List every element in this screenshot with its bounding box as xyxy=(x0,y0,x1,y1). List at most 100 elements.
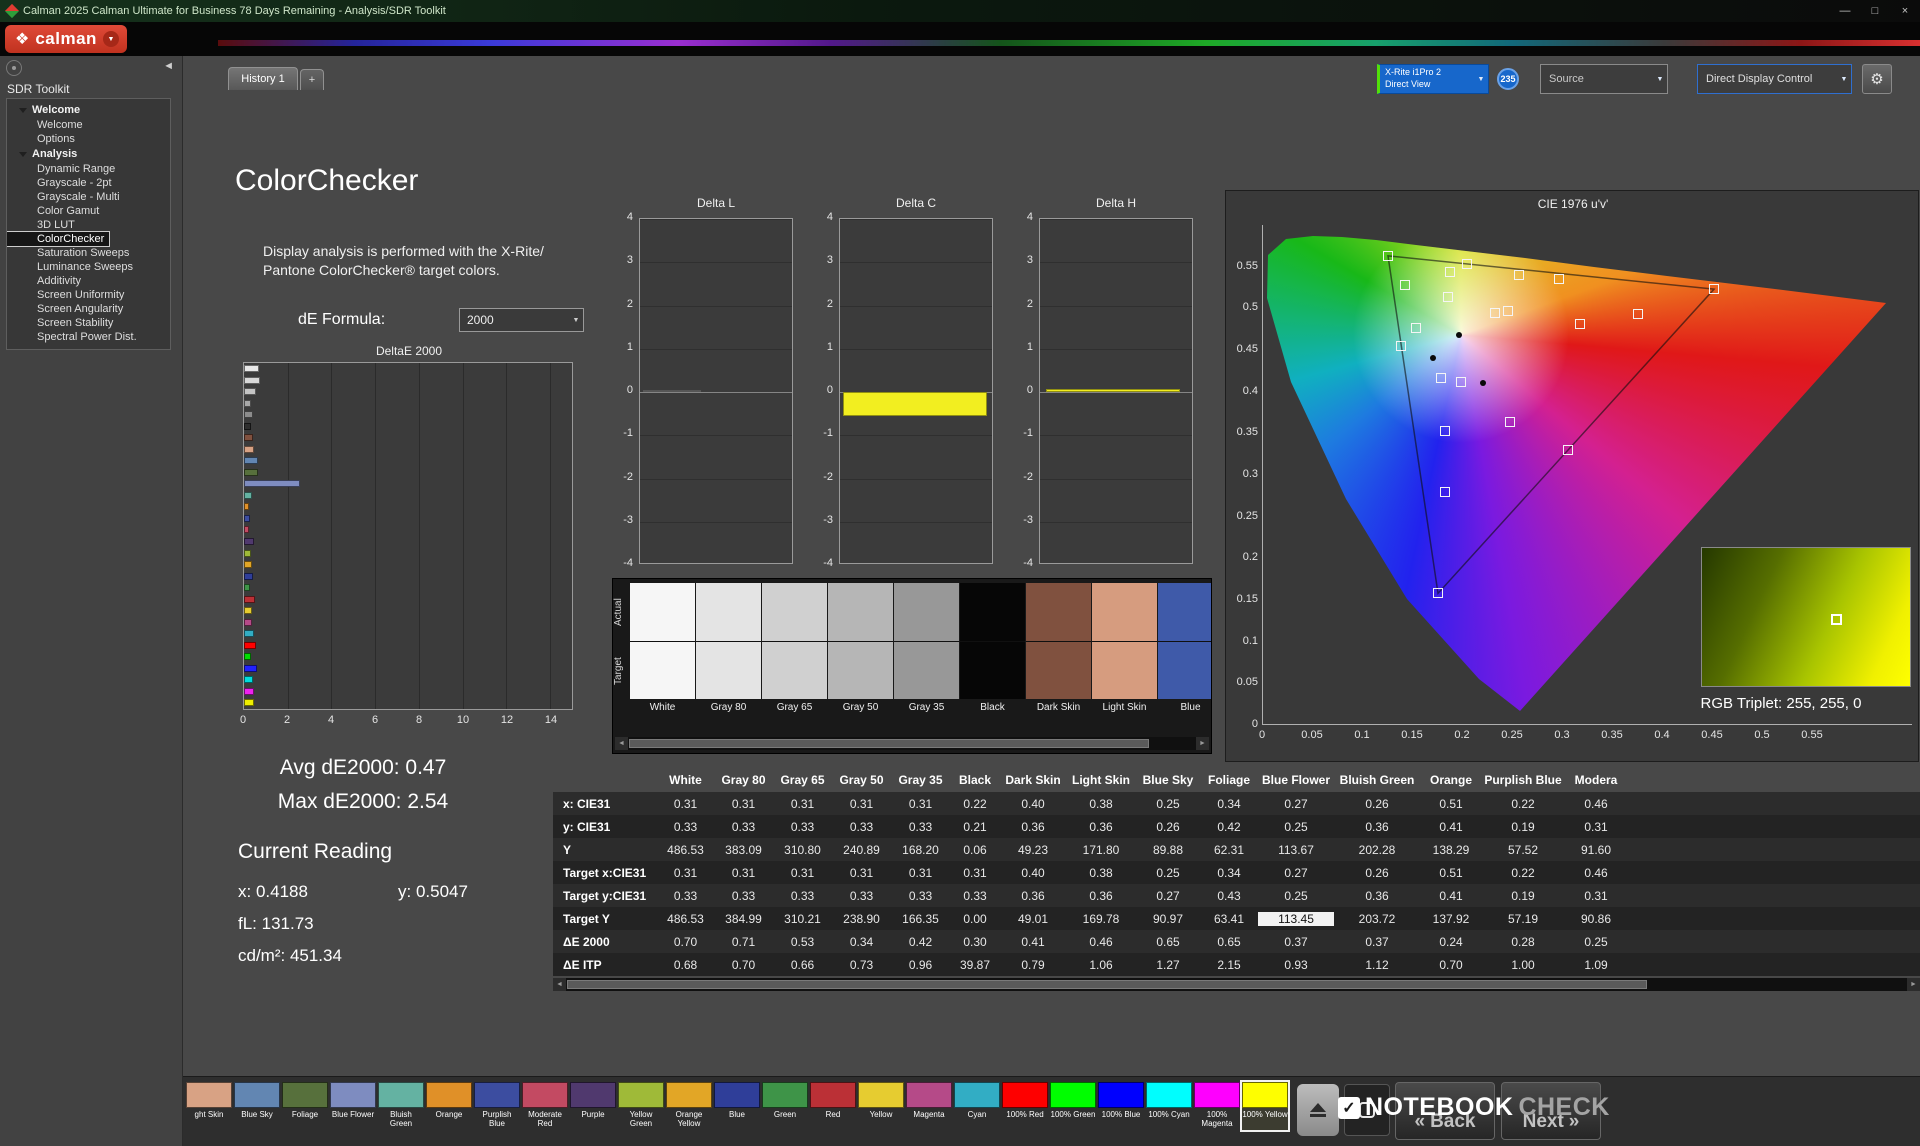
sidebar-item-welcome[interactable]: Welcome xyxy=(7,102,170,118)
patch-button-magenta[interactable]: Magenta xyxy=(906,1082,952,1130)
scrollbar-thumb[interactable] xyxy=(629,739,1149,748)
table-cell: 0.65 xyxy=(1217,934,1241,949)
sidebar-item-dynamic-range[interactable]: Dynamic Range xyxy=(7,162,170,176)
patch-button-blue-flower[interactable]: Blue Flower xyxy=(330,1082,376,1130)
sidebar-item-analysis[interactable]: Analysis xyxy=(7,146,170,162)
next-button[interactable]: Next » xyxy=(1501,1082,1601,1140)
swatch-column-gray-65[interactable]: Gray 65 xyxy=(762,583,827,725)
patch-color xyxy=(282,1082,328,1108)
patch-button-blue[interactable]: Blue xyxy=(714,1082,760,1130)
sidebar-collapse-button[interactable]: ◄ xyxy=(163,60,174,72)
scroll-left-icon[interactable]: ◄ xyxy=(615,737,628,750)
gridline xyxy=(840,478,992,480)
table-cell: 0.68 xyxy=(673,957,698,972)
gridline xyxy=(840,305,992,307)
chart-title: Delta C xyxy=(895,196,936,210)
chevron-down-icon[interactable]: ▼ xyxy=(1653,76,1667,83)
patch-button-blue-sky[interactable]: Blue Sky xyxy=(234,1082,280,1130)
sidebar-item-spectral-power-dist[interactable]: Spectral Power Dist. xyxy=(7,330,170,344)
table-cell: 203.72 xyxy=(1358,911,1396,926)
scrollbar-thumb[interactable] xyxy=(567,980,1647,989)
chevron-down-icon[interactable]: ▼ xyxy=(1837,76,1851,83)
table-cell: 0.40 xyxy=(1021,796,1045,811)
table-cell: 240.89 xyxy=(843,842,880,857)
maximize-button[interactable]: □ xyxy=(1860,5,1890,17)
chevron-down-icon[interactable]: ▼ xyxy=(1474,76,1488,83)
patch-button-100-blue[interactable]: 100% Blue xyxy=(1098,1082,1144,1130)
patch-color xyxy=(858,1082,904,1108)
calman-menu-button[interactable]: ❖ calman ▼ xyxy=(5,25,127,53)
column-header: Light Skin xyxy=(1072,773,1130,787)
table-cell: 0.21 xyxy=(963,819,987,834)
sidebar-item-screen-uniformity[interactable]: Screen Uniformity xyxy=(7,288,170,302)
close-button[interactable]: × xyxy=(1890,5,1920,17)
patch-label: Orange Yellow xyxy=(675,1110,703,1128)
patch-button-yellow-green[interactable]: Yellow Green xyxy=(618,1082,664,1130)
patch-button-moderate-red[interactable]: Moderate Red xyxy=(522,1082,568,1130)
y-tick-label: 0 xyxy=(826,384,833,396)
swatch-column-black[interactable]: Black xyxy=(960,583,1025,725)
patch-button-green[interactable]: Green xyxy=(762,1082,808,1130)
patch-button-red[interactable]: Red xyxy=(810,1082,856,1130)
patch-button-ght-skin[interactable]: ght Skin xyxy=(186,1082,232,1130)
patch-button-100-magenta[interactable]: 100% Magenta xyxy=(1194,1082,1240,1130)
add-tab-button[interactable]: + xyxy=(300,69,324,90)
sidebar-pin-icon[interactable] xyxy=(6,60,22,76)
chevron-down-icon[interactable]: ▼ xyxy=(102,31,119,47)
swatch-column-blue[interactable]: Blue xyxy=(1158,583,1211,725)
patch-button-yellow[interactable]: Yellow xyxy=(858,1082,904,1130)
sidebar-item-saturation-sweeps[interactable]: Saturation Sweeps xyxy=(7,246,170,260)
sidebar-item-screen-stability[interactable]: Screen Stability xyxy=(7,316,170,330)
patch-button-purplish-blue[interactable]: Purplish Blue xyxy=(474,1082,520,1130)
chevron-down-icon[interactable]: ▼ xyxy=(569,317,583,324)
minimize-button[interactable]: — xyxy=(1830,5,1860,17)
patch-button-100-cyan[interactable]: 100% Cyan xyxy=(1146,1082,1192,1130)
scroll-right-icon[interactable]: ► xyxy=(1907,978,1920,991)
sidebar-item-additivity[interactable]: Additivity xyxy=(7,274,170,288)
expander-icon[interactable] xyxy=(19,107,27,113)
swatch-column-white[interactable]: White xyxy=(630,583,695,725)
sidebar-item-grayscale-multi[interactable]: Grayscale - Multi xyxy=(7,190,170,204)
sidebar-item-options[interactable]: Options xyxy=(7,132,170,146)
patch-button-foliage[interactable]: Foliage xyxy=(282,1082,328,1130)
sidebar-item-3d-lut[interactable]: 3D LUT xyxy=(7,218,170,232)
patch-button-cyan[interactable]: Cyan xyxy=(954,1082,1000,1130)
source-selector[interactable]: Source ▼ xyxy=(1540,64,1668,94)
scroll-left-icon[interactable]: ◄ xyxy=(553,978,566,991)
swatch-scrollbar[interactable]: ◄ ► xyxy=(615,737,1209,750)
eject-icon-bar xyxy=(1310,1114,1326,1117)
meter-selector[interactable]: X-Rite i1Pro 2 Direct View ▼ xyxy=(1377,64,1489,94)
patch-button-orange[interactable]: Orange xyxy=(426,1082,472,1130)
pattern-window-button[interactable] xyxy=(1344,1084,1390,1136)
sidebar-item-color-gamut[interactable]: Color Gamut xyxy=(7,204,170,218)
column-header: Orange xyxy=(1429,773,1472,787)
patch-button-100-red[interactable]: 100% Red xyxy=(1002,1082,1048,1130)
sidebar-item-colorchecker[interactable]: ColorChecker xyxy=(7,231,111,247)
table-cell: 0.42 xyxy=(1217,819,1241,834)
patch-button-bluish-green[interactable]: Bluish Green xyxy=(378,1082,424,1130)
patch-button-100-green[interactable]: 100% Green xyxy=(1050,1082,1096,1130)
sidebar-item-screen-angularity[interactable]: Screen Angularity xyxy=(7,302,170,316)
tab-history-1[interactable]: History 1 xyxy=(228,67,298,90)
swatch-column-gray-35[interactable]: Gray 35 xyxy=(894,583,959,725)
avg-de2000: Avg dE2000: 0.47 xyxy=(279,756,447,779)
table-scrollbar[interactable]: ◄ ► xyxy=(553,978,1920,991)
patch-button-purple[interactable]: Purple xyxy=(570,1082,616,1130)
patch-button-100-yellow[interactable]: 100% Yellow xyxy=(1242,1082,1288,1130)
sidebar-item-grayscale-2pt[interactable]: Grayscale - 2pt xyxy=(7,176,170,190)
swatch-column-dark-skin[interactable]: Dark Skin xyxy=(1026,583,1091,725)
patch-button-orange-yellow[interactable]: Orange Yellow xyxy=(666,1082,712,1130)
swatch-column-light-skin[interactable]: Light Skin xyxy=(1092,583,1157,725)
sidebar-item-welcome[interactable]: Welcome xyxy=(7,118,170,132)
settings-button[interactable]: ⚙ xyxy=(1862,64,1892,94)
swatch-column-gray-50[interactable]: Gray 50 xyxy=(828,583,893,725)
swatch-column-gray-80[interactable]: Gray 80 xyxy=(696,583,761,725)
expander-icon[interactable] xyxy=(19,151,27,157)
display-control-selector[interactable]: Direct Display Control ▼ xyxy=(1697,64,1852,94)
eject-button[interactable] xyxy=(1297,1084,1339,1136)
back-button[interactable]: « Back xyxy=(1395,1082,1495,1140)
table-cell: 0.19 xyxy=(1511,888,1535,903)
sidebar-item-luminance-sweeps[interactable]: Luminance Sweeps xyxy=(7,260,170,274)
de-formula-dropdown[interactable]: 2000 ▼ xyxy=(459,308,584,332)
scroll-right-icon[interactable]: ► xyxy=(1196,737,1209,750)
